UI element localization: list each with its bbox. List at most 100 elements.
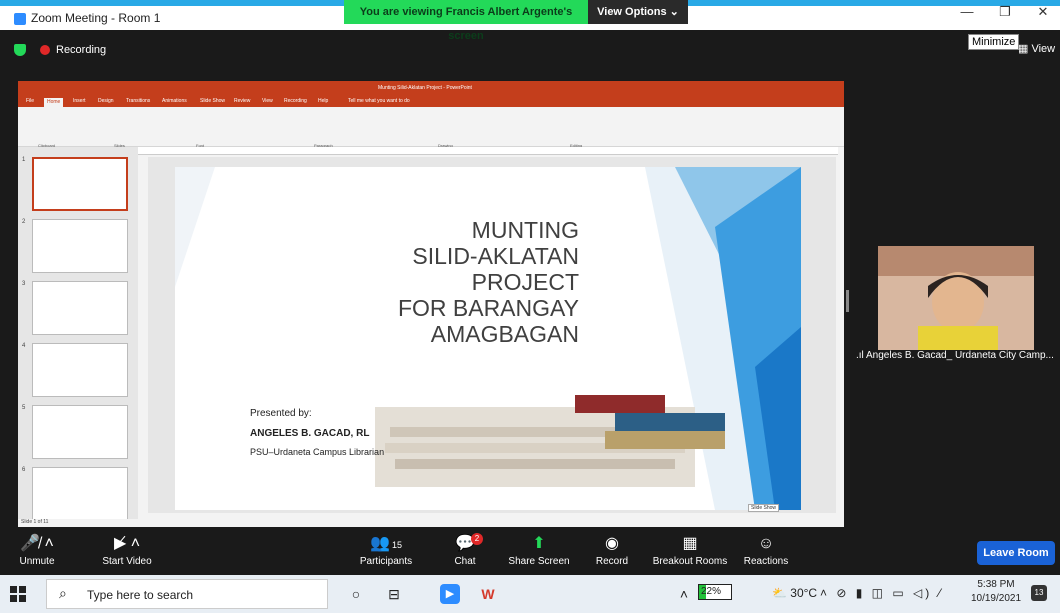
system-tray[interactable]: ˄ ⊘ ▮ ◫ ▭ ◁) ⁄ xyxy=(820,586,944,600)
current-slide[interactable]: MUNTING SILID-AKLATAN PROJECT FOR BARANG… xyxy=(175,167,801,510)
chat-icon: 💬 xyxy=(455,535,475,552)
ppt-tab-view[interactable]: View xyxy=(262,98,273,104)
breakout-rooms-button[interactable]: ▦ Breakout Rooms xyxy=(645,532,735,572)
share-banner: You are viewing Francis Albert Argente's… xyxy=(344,0,588,42)
ppt-tell-me[interactable]: Tell me what you want to do xyxy=(348,98,410,104)
weather-widget[interactable]: ⛅ 30°C xyxy=(772,586,817,600)
weather-icon: ⛅ xyxy=(772,586,791,600)
cpu-value: 22% xyxy=(701,586,722,597)
record-icon: ◉ xyxy=(605,535,619,552)
slide-title-line: AMAGBAGAN xyxy=(430,321,579,347)
thumb-number: 6 xyxy=(22,467,26,473)
zoom-taskbar-icon[interactable]: ▶ xyxy=(440,584,460,604)
meeting-toolbar: 🎤̸ ˄ Unmute ▶̸ ˄ Start Video 👥 15 Partici… xyxy=(0,530,1060,572)
reactions-button[interactable]: ☺ Reactions xyxy=(726,532,806,572)
search-placeholder: Type here to search xyxy=(87,588,194,602)
presenter-role: PSU–Urdaneta Campus Librarian xyxy=(250,447,385,457)
grid-icon: ▦ xyxy=(1018,43,1032,55)
thumb-number: 5 xyxy=(22,405,26,411)
share-screen-label: Share Screen xyxy=(508,556,570,567)
ppt-ribbon-tabs: File Home Insert Design Transitions Anim… xyxy=(18,95,844,107)
windows-start-icon[interactable] xyxy=(10,586,26,602)
minimize-tooltip: Minimize xyxy=(968,34,1020,50)
reactions-icon: ☺ xyxy=(757,535,775,552)
breakout-rooms-icon: ▦ xyxy=(682,535,698,552)
record-button[interactable]: ◉ Record xyxy=(572,532,652,572)
slide-title-line: MUNTING xyxy=(471,217,579,243)
recording-indicator[interactable]: Recording xyxy=(14,44,106,60)
chat-button[interactable]: 💬 2 Chat xyxy=(425,532,505,572)
close-button[interactable]: ✕ xyxy=(1028,2,1058,22)
notifications-icon[interactable]: 13 xyxy=(1031,585,1047,601)
clock-time: 5:38 PM xyxy=(977,579,1015,590)
record-label: Record xyxy=(595,556,629,567)
leave-room-button[interactable]: Leave Room xyxy=(977,541,1055,565)
search-icon: ⌕ xyxy=(59,585,67,601)
slide-thumbnail[interactable] xyxy=(32,343,128,397)
panel-resize-handle[interactable] xyxy=(846,290,849,312)
slide-thumbnail[interactable] xyxy=(32,281,128,335)
ppt-title-bar: Munting Silid-Aklatan Project - PowerPoi… xyxy=(18,81,844,95)
self-video-tile[interactable] xyxy=(878,246,1034,350)
thumb-number: 2 xyxy=(22,219,26,225)
task-view-icon[interactable]: ⊟ xyxy=(384,584,404,604)
ppt-tab-insert[interactable]: Insert xyxy=(73,98,86,104)
window-title: Zoom Meeting - Room 1 xyxy=(31,11,161,25)
cpu-meter[interactable]: 22% xyxy=(698,584,732,600)
start-video-label: Start Video xyxy=(102,556,152,567)
tray-icons: ˄ ⊘ ▮ ◫ ▭ ◁) ⁄ xyxy=(820,586,944,600)
presented-by-label: Presented by: xyxy=(250,408,312,419)
ppt-ribbon: Clipboard Slides Font Paragraph Drawing … xyxy=(18,107,844,148)
chevron-up-icon[interactable]: ˄ xyxy=(674,584,694,604)
restore-button[interactable]: ❐ xyxy=(990,2,1020,22)
clock-date: 10/19/2021 xyxy=(970,593,1022,604)
slide-title-line: FOR BARANGAY xyxy=(397,295,579,321)
zoom-meeting-window: Zoom Meeting - Room 1 You are viewing Fr… xyxy=(0,0,1060,613)
unmute-button[interactable]: 🎤̸ ˄ Unmute xyxy=(8,532,66,572)
presenter-name: ANGELES B. GACAD, RL xyxy=(250,428,370,439)
slide-thumbnail[interactable] xyxy=(32,157,128,211)
slide-title: MUNTING SILID-AKLATAN PROJECT FOR BARANG… xyxy=(259,217,579,347)
ppt-tab-design[interactable]: Design xyxy=(98,98,114,104)
ppt-tab-review[interactable]: Review xyxy=(234,98,250,104)
ppt-status-bar: Slide 1 of 11 xyxy=(18,519,844,527)
participants-button[interactable]: 👥 15 Participants xyxy=(346,532,426,572)
ppt-tab-slideshow[interactable]: Slide Show xyxy=(200,98,225,104)
reactions-label: Reactions xyxy=(743,556,789,567)
slide-thumbnail[interactable] xyxy=(32,405,128,459)
ppt-tab-help[interactable]: Help xyxy=(318,98,328,104)
share-screen-icon: ⬆ xyxy=(532,535,546,552)
recording-dot-icon xyxy=(40,45,50,56)
slideshow-tooltip: Slide Show xyxy=(748,504,780,512)
chat-badge: 2 xyxy=(471,533,483,545)
temperature: 30°C xyxy=(790,586,818,600)
view-button[interactable]: ▦ View xyxy=(1018,42,1055,55)
self-view-name: .ıl Angeles B. Gacad_ Urdaneta City Camp… xyxy=(856,350,1056,366)
self-view-name-text: Angeles B. Gacad_ Urdaneta City Camp... xyxy=(866,350,1054,361)
thumb-number: 4 xyxy=(22,343,26,349)
ppt-tab-recording[interactable]: Recording xyxy=(284,98,307,104)
start-video-button[interactable]: ▶̸ ˄ Start Video xyxy=(90,532,164,572)
ppt-tab-file[interactable]: File xyxy=(26,98,34,104)
ppt-ruler xyxy=(138,147,838,155)
zoom-app-icon xyxy=(14,13,26,25)
slide-thumbnail[interactable] xyxy=(32,467,128,521)
cortana-icon[interactable]: ○ xyxy=(346,584,366,604)
view-options-button[interactable]: View Options ⌄ xyxy=(588,0,688,24)
slide-thumbnail[interactable] xyxy=(32,219,128,273)
signal-bars-icon: .ıl xyxy=(856,350,867,361)
minimize-button[interactable]: — xyxy=(952,2,982,22)
share-screen-button[interactable]: ⬆ Share Screen xyxy=(499,532,579,572)
view-button-label: View xyxy=(1031,43,1056,55)
wps-taskbar-icon[interactable]: W xyxy=(478,584,498,604)
participant-video xyxy=(878,246,1034,350)
participants-icon: 👥 15 xyxy=(370,535,402,552)
taskbar-search-input[interactable]: ⌕ Type here to search xyxy=(46,579,328,609)
ppt-tab-transitions[interactable]: Transitions xyxy=(126,98,150,104)
ppt-title: Munting Silid-Aklatan Project - PowerPoi… xyxy=(378,85,472,91)
windows-taskbar: ⌕ Type here to search ○ ⊟ ▶ W ˄ 22% ⛅ 30… xyxy=(0,575,1060,613)
taskbar-clock[interactable]: 5:38 PM 10/19/2021 xyxy=(966,578,1026,606)
participants-count: 15 xyxy=(391,540,402,550)
ppt-tab-animations[interactable]: Animations xyxy=(162,98,187,104)
ppt-tab-home[interactable]: Home xyxy=(44,98,64,107)
